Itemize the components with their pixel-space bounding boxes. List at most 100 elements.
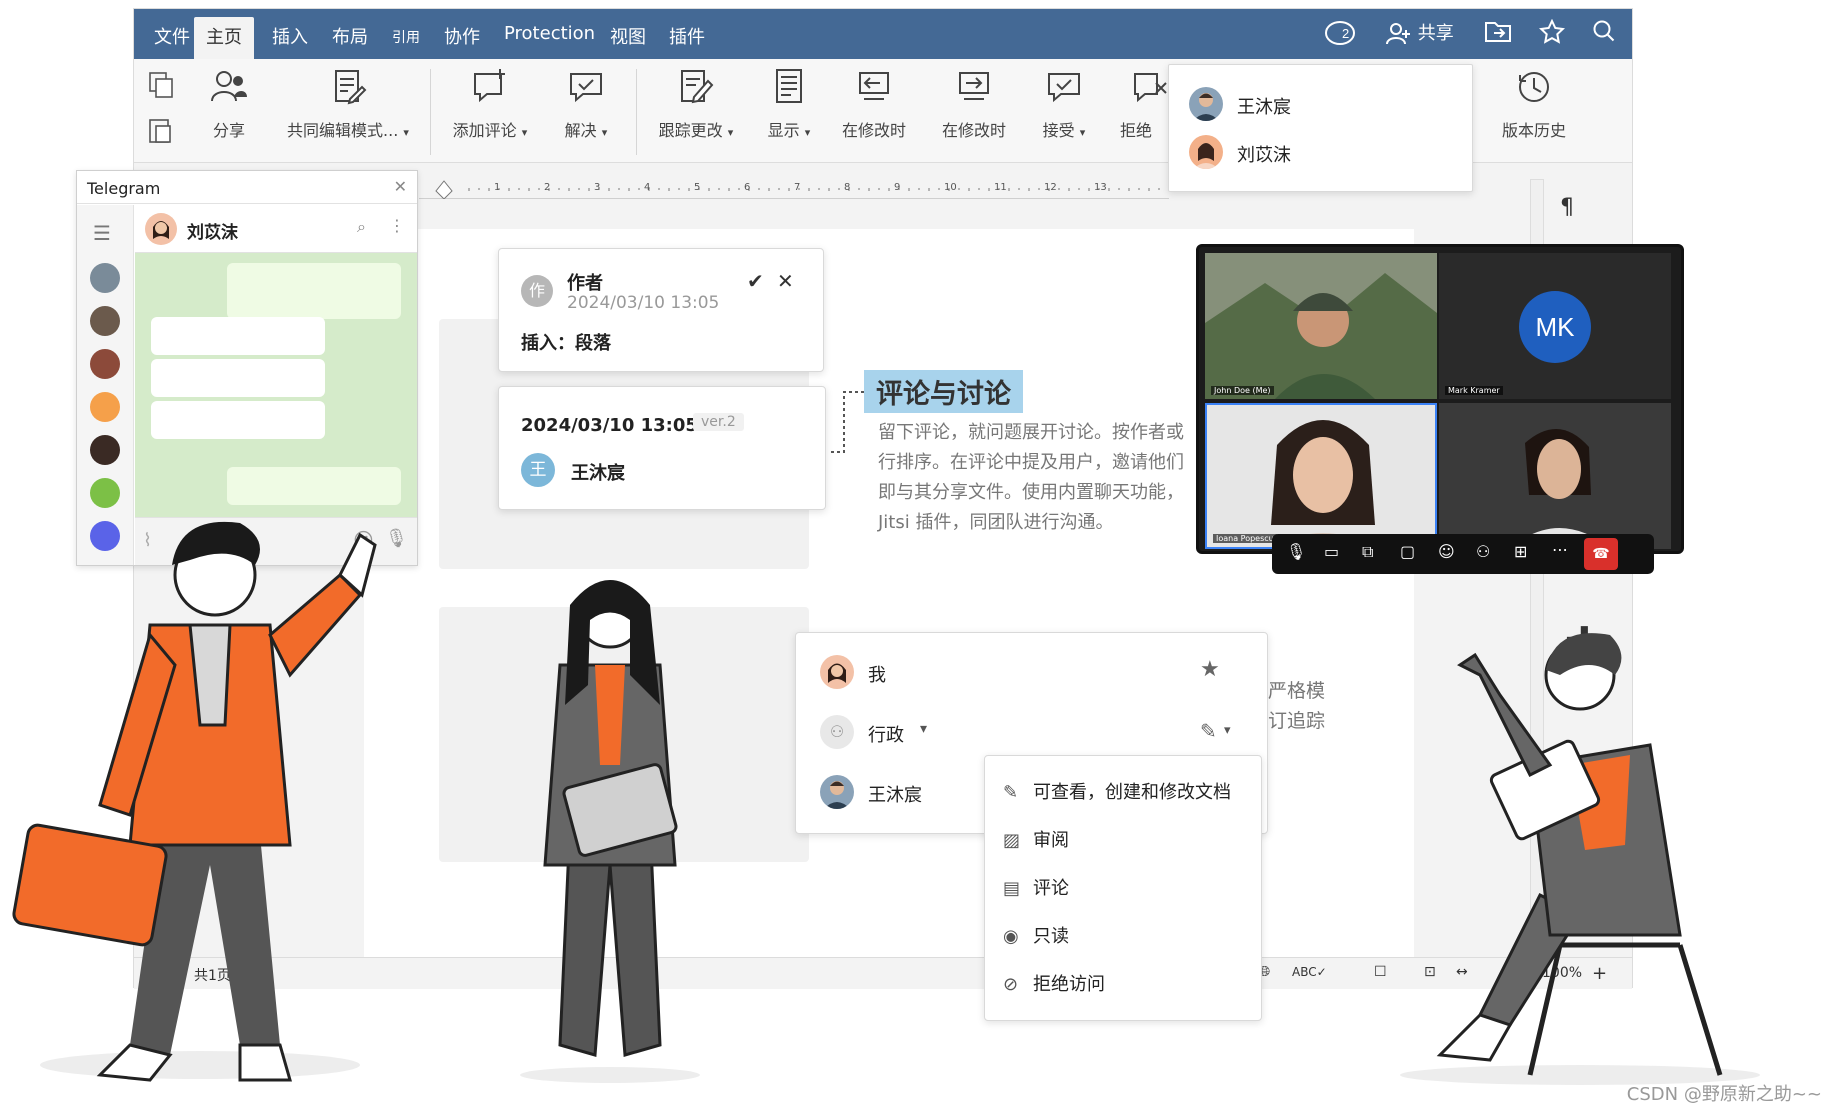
chevron-down-icon[interactable]: ▾ — [1224, 723, 1231, 738]
more-icon[interactable]: ⋯ — [1552, 540, 1568, 559]
display-mode-icon — [776, 69, 802, 103]
coedit-mode-tool[interactable]: 共同编辑模式... ▾ — [278, 67, 418, 141]
permission-full-access[interactable]: ✎ 可查看，创建和修改文档 — [1003, 778, 1231, 804]
reactions-icon[interactable]: ☺ — [1438, 542, 1455, 561]
ruler-number: 9 — [894, 182, 901, 193]
eye-off-icon: ⊘ — [1003, 974, 1019, 995]
ruler-number: 1 — [494, 182, 501, 193]
menu-home[interactable]: 主页 — [194, 17, 254, 59]
menu-references[interactable]: 引用 — [392, 27, 420, 47]
chevron-down-icon[interactable]: ▾ — [920, 721, 927, 737]
tile-view-icon[interactable]: ⊞ — [1514, 542, 1527, 561]
menu-collaborate[interactable]: 协作 — [444, 23, 480, 49]
participants-icon[interactable]: ⚇ — [1476, 542, 1490, 561]
more-icon[interactable]: ⋮ — [389, 216, 405, 235]
share-label: 共享 — [1417, 23, 1454, 44]
add-comment-tool[interactable]: 添加评论 ▾ — [440, 67, 540, 141]
permission-label: 可查看，创建和修改文档 — [1033, 782, 1231, 803]
end-call-button[interactable]: ☎ — [1584, 538, 1618, 570]
favorite-button[interactable] — [1539, 19, 1565, 45]
contact-avatar[interactable] — [90, 306, 120, 336]
paste-button[interactable] — [146, 117, 176, 145]
menu-view[interactable]: 视图 — [610, 23, 646, 49]
accept-tool[interactable]: 接受 ▾ — [1034, 67, 1094, 141]
incoming-message — [151, 359, 325, 397]
resolve-tool[interactable]: 解决 ▾ — [546, 67, 626, 141]
user-item-name[interactable]: 王沐宸 — [1237, 93, 1291, 119]
add-comment-label: 添加评论 — [452, 121, 517, 140]
hamburger-menu-icon[interactable]: ☰ — [93, 221, 111, 245]
spellcheck-icon[interactable]: ABC✓ — [1292, 965, 1327, 979]
ruler-number: 4 — [644, 182, 651, 193]
paste-icon — [149, 119, 171, 143]
change-author: 作者 — [567, 273, 603, 294]
version-user: 王沐宸 — [571, 463, 625, 484]
permission-deny-access[interactable]: ⊘ 拒绝访问 — [1003, 970, 1105, 996]
track-changes-tool[interactable]: 跟踪更改 ▾ — [646, 67, 746, 141]
display-mode-tool[interactable]: 显示 ▾ — [754, 67, 824, 141]
participant-name: John Doe (Me) — [1211, 386, 1274, 395]
body-line: 留下评论，就问题展开讨论。按作者或 — [878, 422, 1184, 443]
group-icon: ⚇ — [820, 715, 854, 749]
video-controls: 🎙︎ ▭ ⧉ ▢ ☺ ⚇ ⊞ ⋯ ☎ — [1272, 534, 1654, 574]
ruler-number: 2 — [544, 182, 551, 193]
incoming-message — [151, 401, 325, 439]
edit-icon[interactable]: ✎ — [1200, 719, 1217, 743]
search-button[interactable] — [1592, 19, 1616, 43]
contact-avatar[interactable] — [90, 349, 120, 379]
menu-plugins[interactable]: 插件 — [669, 23, 705, 49]
contact-avatar[interactable] — [90, 478, 120, 508]
review-icon: ▨ — [1003, 830, 1021, 851]
avatar — [1189, 87, 1223, 121]
man-with-briefcase-illustration — [12, 521, 377, 1082]
share-button[interactable]: 共享 — [1386, 19, 1454, 46]
close-icon[interactable]: ✕ — [394, 177, 407, 196]
share-group-label[interactable]: 行政 — [868, 721, 904, 747]
reject-change-icon[interactable]: ✕ — [777, 269, 794, 293]
previous-change-tool[interactable]: 在修改时 — [834, 67, 914, 141]
video-tile: John Doe (Me) — [1205, 253, 1437, 399]
screen-share-icon[interactable]: ⧉ — [1362, 542, 1373, 562]
ruler-number: 8 — [844, 182, 851, 193]
chat-icon[interactable]: ▢ — [1400, 542, 1415, 561]
microphone-icon[interactable]: 🎙︎ — [1286, 542, 1306, 561]
permission-review[interactable]: ▨ 审阅 — [1003, 826, 1069, 852]
permission-read-only[interactable]: ◉ 只读 — [1003, 922, 1069, 948]
share-me-label: 我 — [868, 665, 886, 686]
version-history-tool[interactable]: 版本历史 — [1484, 67, 1584, 141]
add-user-icon — [1386, 23, 1410, 45]
side-text-line: 订追踪 — [1268, 710, 1326, 732]
microphone-icon[interactable]: 🎙︎ — [385, 528, 408, 549]
ruler-number: 6 — [744, 182, 751, 193]
open-location-button[interactable] — [1484, 19, 1512, 43]
menu-layout[interactable]: 布局 — [332, 23, 368, 49]
menu-protection[interactable]: Protection — [504, 23, 595, 44]
user-item-name[interactable]: 刘苡沫 — [1237, 141, 1291, 167]
next-change-tool[interactable]: 在修改时 — [934, 67, 1014, 141]
permission-comment[interactable]: ▤ 评论 — [1003, 874, 1069, 900]
search-icon[interactable]: ⌕ — [357, 217, 366, 237]
document-edit-icon — [335, 70, 367, 105]
permission-label: 拒绝访问 — [1033, 974, 1105, 995]
toolbar-divider — [430, 69, 431, 155]
display-mode-label: 显示 — [767, 121, 800, 140]
side-text-line: 严格模 — [1268, 680, 1326, 702]
contact-avatar[interactable] — [90, 263, 120, 293]
accept-change-icon[interactable]: ✔ — [747, 269, 764, 293]
comment-connector — [828, 391, 864, 453]
camera-icon[interactable]: ▭ — [1324, 542, 1339, 561]
pencil-icon: ✎ — [1003, 782, 1019, 803]
share-tool[interactable]: 分享 — [194, 67, 264, 141]
ruler-number: 7 — [794, 182, 801, 193]
chevron-down-icon: ▾ — [804, 126, 811, 139]
permission-label: 只读 — [1033, 926, 1069, 947]
menu-file[interactable]: 文件 — [154, 23, 190, 49]
coedit-mode-label: 共同编辑模式... — [287, 121, 399, 140]
author-avatar: 作 — [521, 275, 553, 307]
contact-avatar[interactable] — [90, 392, 120, 422]
menu-insert[interactable]: 插入 — [272, 23, 308, 49]
contact-avatar[interactable] — [90, 435, 120, 465]
users-badge[interactable]: 2 — [1324, 19, 1360, 47]
paragraph-mark-icon[interactable]: ¶ — [1560, 195, 1574, 220]
copy-button[interactable] — [146, 71, 176, 99]
